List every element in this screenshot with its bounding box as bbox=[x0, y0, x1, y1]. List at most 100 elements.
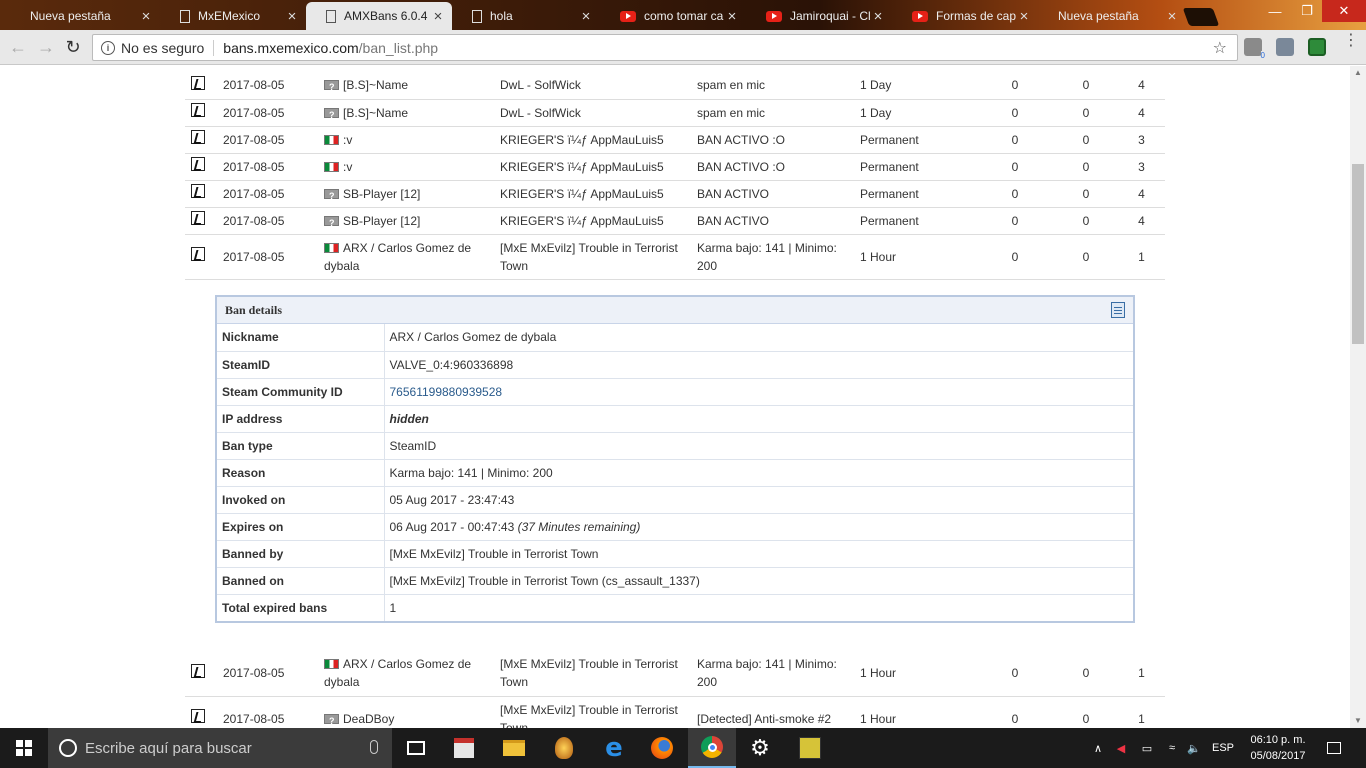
c3-cell: 1 bbox=[1118, 696, 1165, 728]
cstrike-mod-icon bbox=[191, 663, 205, 678]
language-indicator[interactable]: ESP bbox=[1210, 728, 1236, 768]
c1-cell: 0 bbox=[976, 126, 1054, 154]
tab-close-icon[interactable]: × bbox=[138, 8, 154, 25]
length-cell: Permanent bbox=[856, 207, 976, 235]
battery-icon[interactable]: ▭ bbox=[1138, 728, 1156, 768]
volume-icon[interactable]: 🔈 bbox=[1184, 728, 1204, 768]
file-explorer-icon[interactable] bbox=[490, 728, 538, 768]
c3-cell: 4 bbox=[1118, 207, 1165, 235]
taskbar-search-box[interactable]: Escribe aquí para buscar bbox=[48, 728, 392, 768]
c1-cell: 0 bbox=[976, 234, 1054, 280]
browser-tab[interactable]: AMXBans 6.0.4 × bbox=[306, 2, 452, 30]
counter-strike-icon[interactable] bbox=[786, 728, 834, 768]
detail-value: 1 bbox=[389, 600, 397, 615]
steam-community-link[interactable]: 76561199880939528 bbox=[390, 385, 503, 399]
ban-row[interactable]: 2017-08-05 [B.S]~Name DwL - SolfWickspam e… bbox=[185, 72, 1165, 100]
browser-tab[interactable]: Jamiroquai - Clo × bbox=[746, 2, 892, 30]
tab-close-icon[interactable]: × bbox=[724, 8, 740, 25]
menu-dots-icon[interactable]: ⋮ bbox=[1343, 33, 1359, 49]
ban-row[interactable]: 2017-08-05 DeaDBoy [MxE MxEvilz] Trouble i… bbox=[185, 696, 1165, 728]
microphone-icon[interactable] bbox=[370, 740, 378, 754]
chrome-icon[interactable] bbox=[688, 728, 736, 768]
admin-cell: KRIEGER'S ï¼ƒ AppMauLuis5 bbox=[496, 126, 693, 154]
c2-cell: 0 bbox=[1054, 180, 1118, 208]
reload-button[interactable]: ↻ bbox=[63, 37, 83, 57]
extension-shield-icon[interactable] bbox=[1308, 38, 1326, 56]
url-host[interactable]: bans.mxemexico.com bbox=[223, 40, 358, 56]
detail-value-cell: SteamID bbox=[384, 432, 1133, 460]
tab-close-icon[interactable]: × bbox=[578, 8, 594, 25]
bookmark-star-icon[interactable]: ☆ bbox=[1213, 38, 1227, 58]
tray-alert-icon[interactable]: ◀ bbox=[1112, 728, 1130, 768]
ban-row[interactable]: 2017-08-05 ARX / Carlos Gomez de dybala [M… bbox=[185, 234, 1165, 280]
length-cell: Permanent bbox=[856, 126, 976, 154]
c2-cell: 0 bbox=[1054, 207, 1118, 235]
scroll-down-icon[interactable]: ▼ bbox=[1350, 714, 1366, 728]
close-window-icon[interactable]: ✕ bbox=[1322, 0, 1366, 22]
minimize-icon[interactable]: — bbox=[1260, 0, 1290, 22]
unknown-flag-icon bbox=[324, 187, 339, 205]
system-clock[interactable]: 06:10 p. m. 05/08/2017 bbox=[1240, 732, 1316, 764]
firefox-icon[interactable] bbox=[638, 728, 686, 768]
detail-value: Karma bajo: 141 | Minimo: 200 bbox=[389, 465, 553, 480]
browser-tab[interactable]: hola × bbox=[452, 2, 600, 30]
windows-start-icon[interactable] bbox=[0, 728, 48, 768]
extension-settings-icon[interactable] bbox=[1276, 38, 1294, 56]
player-name: [B.S]~Name bbox=[343, 105, 409, 120]
address-bar[interactable]: i No es seguro bans.mxemexico.com/ban_li… bbox=[92, 34, 1238, 61]
ban-row[interactable]: 2017-08-05 ARX / Carlos Gomez de dybala [M… bbox=[185, 651, 1165, 697]
c2-cell: 0 bbox=[1054, 153, 1118, 181]
page-scrollbar[interactable]: ▲ ▼ bbox=[1350, 66, 1366, 728]
c1-cell: 0 bbox=[976, 72, 1054, 100]
browser-tab[interactable]: Nueva pestaña × bbox=[10, 2, 160, 30]
browser-tab[interactable]: MxEMexico × bbox=[160, 2, 306, 30]
browser-tab[interactable]: como tomar cap × bbox=[600, 2, 746, 30]
action-center-icon[interactable] bbox=[1322, 728, 1346, 768]
game-app-icon[interactable] bbox=[540, 728, 588, 768]
cstrike-mod-icon bbox=[191, 184, 205, 198]
c1-cell: 0 bbox=[976, 153, 1054, 181]
url-path[interactable]: /ban_list.php bbox=[359, 40, 438, 56]
wifi-icon[interactable]: ≈ bbox=[1162, 728, 1182, 768]
ban-row[interactable]: 2017-08-05 SB-Player [12] KRIEGER'S ï¼ƒ Ap… bbox=[185, 180, 1165, 208]
calendar-app-icon[interactable] bbox=[440, 728, 488, 768]
c3-cell: 4 bbox=[1118, 180, 1165, 208]
ban-row[interactable]: 2017-08-05:v KRIEGER'S ï¼ƒ AppMauLuis5 BAN… bbox=[185, 153, 1165, 181]
tab-close-icon[interactable]: × bbox=[284, 8, 300, 25]
settings-gear-icon[interactable]: ⚙ bbox=[736, 728, 784, 768]
length-cell: 1 Day bbox=[856, 99, 976, 127]
cortana-icon bbox=[59, 739, 77, 757]
detail-value-cell: 05 Aug 2017 - 23:47:43 bbox=[384, 486, 1133, 514]
player-cell: ARX / Carlos Gomez de dybala bbox=[320, 651, 496, 697]
extension-puzzle-icon[interactable]: 0 bbox=[1244, 38, 1265, 60]
browser-tab[interactable]: Formas de captu× bbox=[892, 2, 1038, 30]
restore-icon[interactable]: ❐ bbox=[1292, 0, 1322, 22]
security-label[interactable]: No es seguro bbox=[121, 40, 204, 56]
length-cell: Permanent bbox=[856, 180, 976, 208]
tab-close-icon[interactable]: × bbox=[1164, 8, 1180, 25]
task-view-icon[interactable] bbox=[392, 728, 440, 768]
scroll-up-icon[interactable]: ▲ bbox=[1350, 66, 1366, 80]
admin-cell: DwL - SolfWick bbox=[496, 72, 693, 100]
edge-browser-icon[interactable]: e bbox=[590, 728, 638, 768]
document-icon[interactable] bbox=[1111, 302, 1125, 318]
detail-value: 05 Aug 2017 - 23:47:43 bbox=[389, 492, 515, 507]
ban-row[interactable]: 2017-08-05 SB-Player [12] KRIEGER'S ï¼ƒ Ap… bbox=[185, 207, 1165, 235]
tab-close-icon[interactable]: × bbox=[430, 8, 446, 25]
ban-row[interactable]: 2017-08-05:v KRIEGER'S ï¼ƒ AppMauLuis5 BAN… bbox=[185, 126, 1165, 154]
page-favicon-icon bbox=[326, 9, 336, 23]
tab-close-icon[interactable]: × bbox=[1016, 8, 1032, 25]
new-tab-button[interactable] bbox=[1182, 8, 1220, 26]
ban-details-title: Ban details bbox=[225, 303, 283, 317]
detail-value-cell: 1 bbox=[384, 594, 1133, 621]
tray-expand-icon[interactable]: ∧ bbox=[1090, 728, 1106, 768]
info-icon[interactable]: i bbox=[101, 40, 115, 55]
scrollbar-thumb[interactable] bbox=[1352, 164, 1364, 344]
tab-close-icon[interactable]: × bbox=[870, 8, 886, 25]
ban-row[interactable]: 2017-08-05 [B.S]~Name DwL - SolfWickspam e… bbox=[185, 99, 1165, 127]
length-cell: Permanent bbox=[856, 153, 976, 181]
back-button[interactable]: ← bbox=[8, 37, 28, 57]
detail-value-cell: VALVE_0:4:960336898 bbox=[384, 351, 1133, 379]
forward-button[interactable]: → bbox=[36, 37, 56, 57]
browser-tab[interactable]: Nueva pestaña × bbox=[1038, 2, 1186, 30]
